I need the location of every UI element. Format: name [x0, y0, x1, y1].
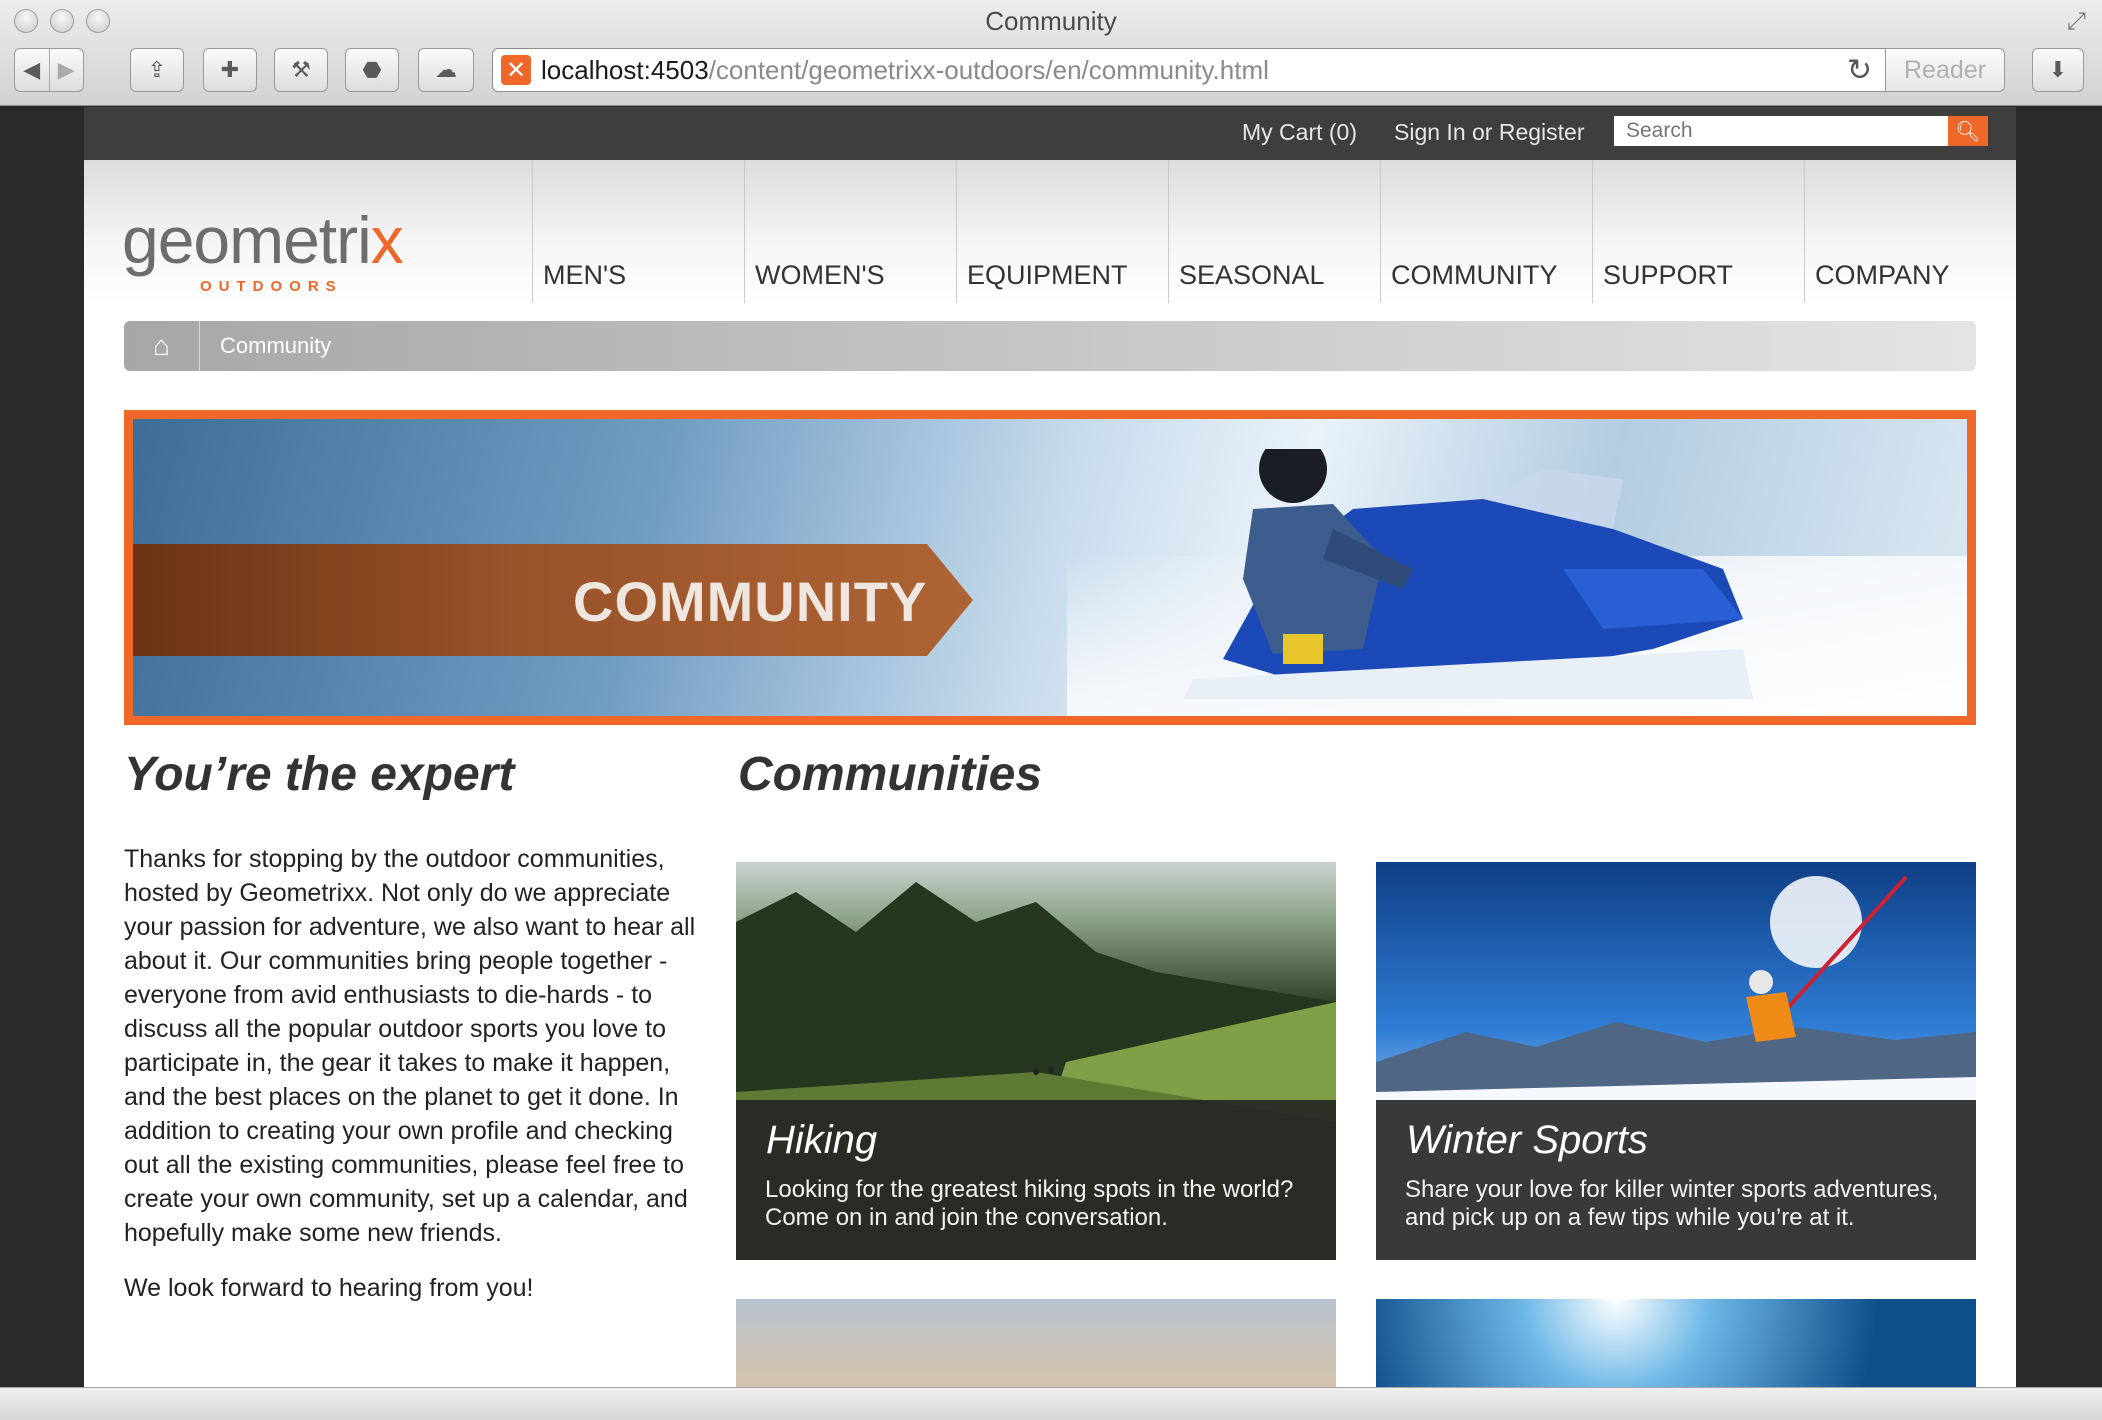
window-bottom-edge — [0, 1387, 2102, 1420]
hero-banner: COMMUNITY — [124, 410, 1976, 725]
site-logo[interactable]: geometrix OUTDOORS — [122, 203, 404, 295]
url-path: /content/geometrixx-outdoors/en/communit… — [708, 54, 1269, 85]
site-favicon-icon: ✕ — [501, 55, 531, 85]
breadcrumb: ⌂ Community — [124, 321, 1976, 371]
browser-toolbar: Community ⤢ ◀ ▶ ⇪ ✚ ⚒ ⬣ ☁ ✕ localhost:45… — [0, 0, 2102, 106]
communities-heading: Communities — [738, 748, 1043, 801]
search-button[interactable]: 🔍︎ — [1948, 116, 1988, 146]
card-title: Hiking — [766, 1118, 878, 1162]
my-cart-link[interactable]: My Cart (0) — [1242, 119, 1357, 146]
url-host: localhost:4503 — [541, 54, 709, 85]
intro-heading: You’re the expert — [124, 748, 515, 801]
window-title: Community — [985, 6, 1117, 36]
nav-item-community[interactable]: COMMUNITY — [1380, 160, 1592, 303]
breadcrumb-current: Community — [220, 333, 332, 358]
cloud-icon: ☁ — [435, 57, 457, 82]
download-icon: ⬇ — [2048, 57, 2068, 82]
search-icon: 🔍︎ — [1955, 120, 1981, 143]
cloud-button[interactable]: ☁ — [418, 48, 474, 92]
card-title: Winter Sports — [1406, 1118, 1648, 1162]
downloads-button[interactable]: ⬇ — [2032, 48, 2084, 92]
search-input[interactable] — [1614, 116, 1948, 146]
sign-in-register-link[interactable]: Sign In or Register — [1394, 119, 1584, 146]
web-page: My Cart (0) Sign In or Register 🔍︎ geome… — [84, 107, 2016, 1387]
intro-closing: We look forward to hearing from you! — [124, 1274, 534, 1302]
bookmark-tool-button[interactable]: ✚ — [203, 48, 257, 92]
community-card-winter-sports[interactable]: Winter Sports Share your love for killer… — [1376, 862, 1976, 1260]
community-card-partial-1[interactable] — [736, 1299, 1336, 1387]
bookmark-plus-icon: ✚ — [220, 57, 240, 82]
nav-item-seasonal[interactable]: SEASONAL — [1168, 160, 1380, 303]
logo-wordmark: geometrix — [122, 203, 404, 277]
snowmobile-rider-illustration — [1183, 449, 1753, 699]
utility-bar: My Cart (0) Sign In or Register 🔍︎ — [84, 107, 2016, 160]
card-description: Share your love for killer winter sports… — [1405, 1176, 1939, 1231]
reload-icon[interactable]: ↻ — [1847, 53, 1872, 88]
address-bar[interactable]: ✕ localhost:4503 /content/geometrixx-out… — [492, 48, 1891, 92]
home-icon[interactable]: ⌂ — [124, 321, 200, 371]
fullscreen-icon[interactable]: ⤢ — [2067, 8, 2086, 36]
card-caption: Hiking Looking for the greatest hiking s… — [736, 1100, 1336, 1260]
nav-item-company[interactable]: COMPANY — [1804, 160, 2016, 303]
nav-item-support[interactable]: SUPPORT — [1592, 160, 1804, 303]
back-forward-buttons: ◀ ▶ — [14, 48, 84, 92]
share-icon: ⇪ — [147, 57, 167, 82]
logo-tagline: OUTDOORS — [200, 278, 343, 295]
stop-button[interactable]: ⬣ — [345, 48, 399, 92]
hero-title: COMMUNITY — [573, 570, 928, 633]
card-caption: Winter Sports Share your love for killer… — [1376, 1100, 1976, 1260]
extension-icon: ⚒ — [291, 57, 311, 82]
intro-paragraph: Thanks for stopping by the outdoor commu… — [124, 845, 696, 1247]
nav-item-womens[interactable]: WOMEN'S — [744, 160, 956, 303]
card-description: Looking for the greatest hiking spots in… — [765, 1176, 1294, 1231]
nav-item-mens[interactable]: MEN'S — [532, 160, 744, 303]
intro-section: You’re the expert Thanks for stopping by… — [124, 747, 704, 1303]
forward-icon[interactable]: ▶ — [48, 49, 84, 91]
site-header: geometrix OUTDOORS MEN'S WOMEN'S EQUIPME… — [84, 160, 2016, 303]
extension-button[interactable]: ⚒ — [274, 48, 328, 92]
nav-item-equipment[interactable]: EQUIPMENT — [956, 160, 1168, 303]
community-card-partial-2[interactable] — [1376, 1299, 1976, 1387]
reader-button[interactable]: Reader — [1885, 48, 2005, 92]
main-nav: MEN'S WOMEN'S EQUIPMENT SEASONAL COMMUNI… — [532, 160, 2016, 303]
share-button[interactable]: ⇪ — [130, 48, 184, 92]
stop-icon: ⬣ — [362, 57, 382, 82]
back-icon[interactable]: ◀ — [15, 49, 49, 91]
community-card-hiking[interactable]: Hiking Looking for the greatest hiking s… — [736, 862, 1336, 1260]
